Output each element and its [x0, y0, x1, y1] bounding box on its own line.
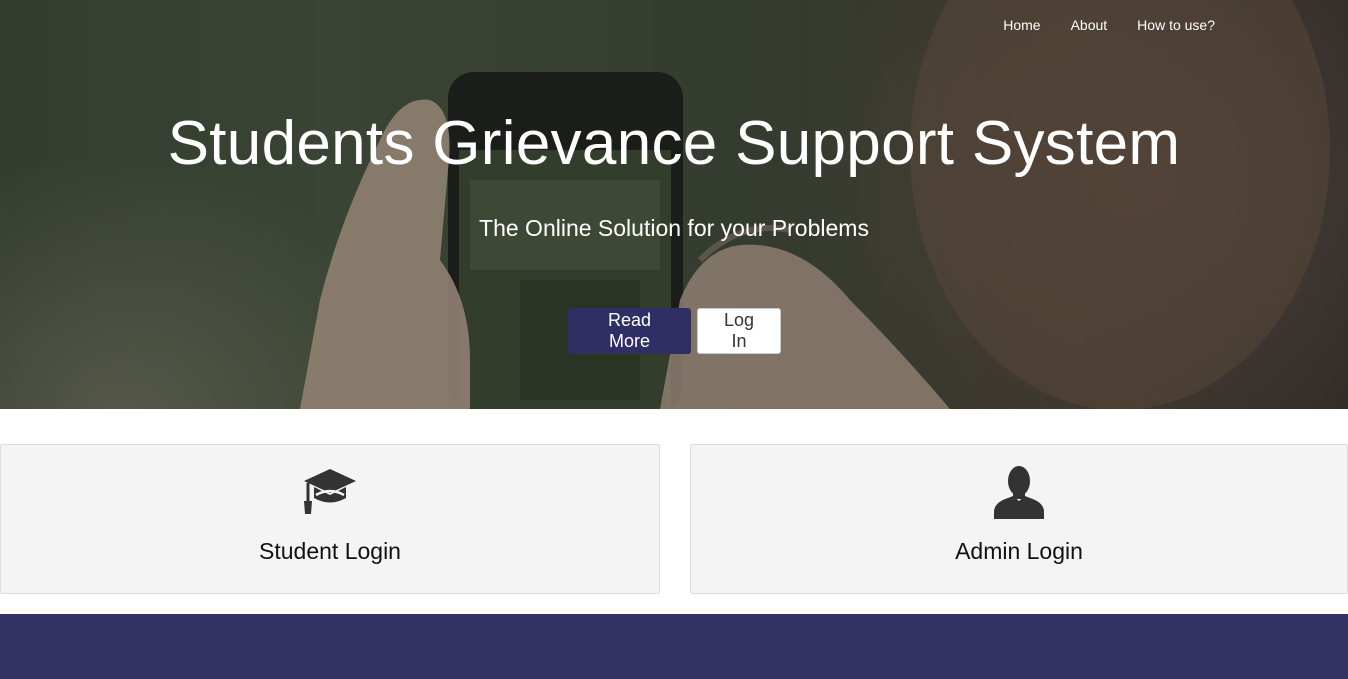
- read-more-button[interactable]: Read More: [568, 308, 691, 354]
- admin-login-label: Admin Login: [955, 538, 1083, 564]
- student-login-card[interactable]: Student Login: [0, 444, 660, 594]
- hero-buttons: Read More Log In: [568, 308, 781, 354]
- nav-how-to-use-link[interactable]: How to use?: [1122, 16, 1230, 34]
- graduation-cap-icon: [304, 469, 356, 514]
- page-title: Students Grievance Support System: [167, 109, 1181, 178]
- hero-banner: Home About How to use? Students Grievanc…: [0, 0, 1348, 409]
- student-login-label: Student Login: [259, 538, 401, 564]
- user-icon: [994, 466, 1044, 519]
- admin-login-card[interactable]: Admin Login: [690, 444, 1348, 594]
- page-subtitle: The Online Solution for your Problems: [479, 215, 869, 241]
- page: Home About How to use? Students Grievanc…: [0, 0, 1348, 679]
- footer-band: [0, 614, 1348, 679]
- nav-home-link[interactable]: Home: [988, 16, 1055, 34]
- top-nav: Home About How to use?: [988, 16, 1230, 34]
- log-in-button[interactable]: Log In: [697, 308, 781, 354]
- nav-about-link[interactable]: About: [1056, 16, 1123, 34]
